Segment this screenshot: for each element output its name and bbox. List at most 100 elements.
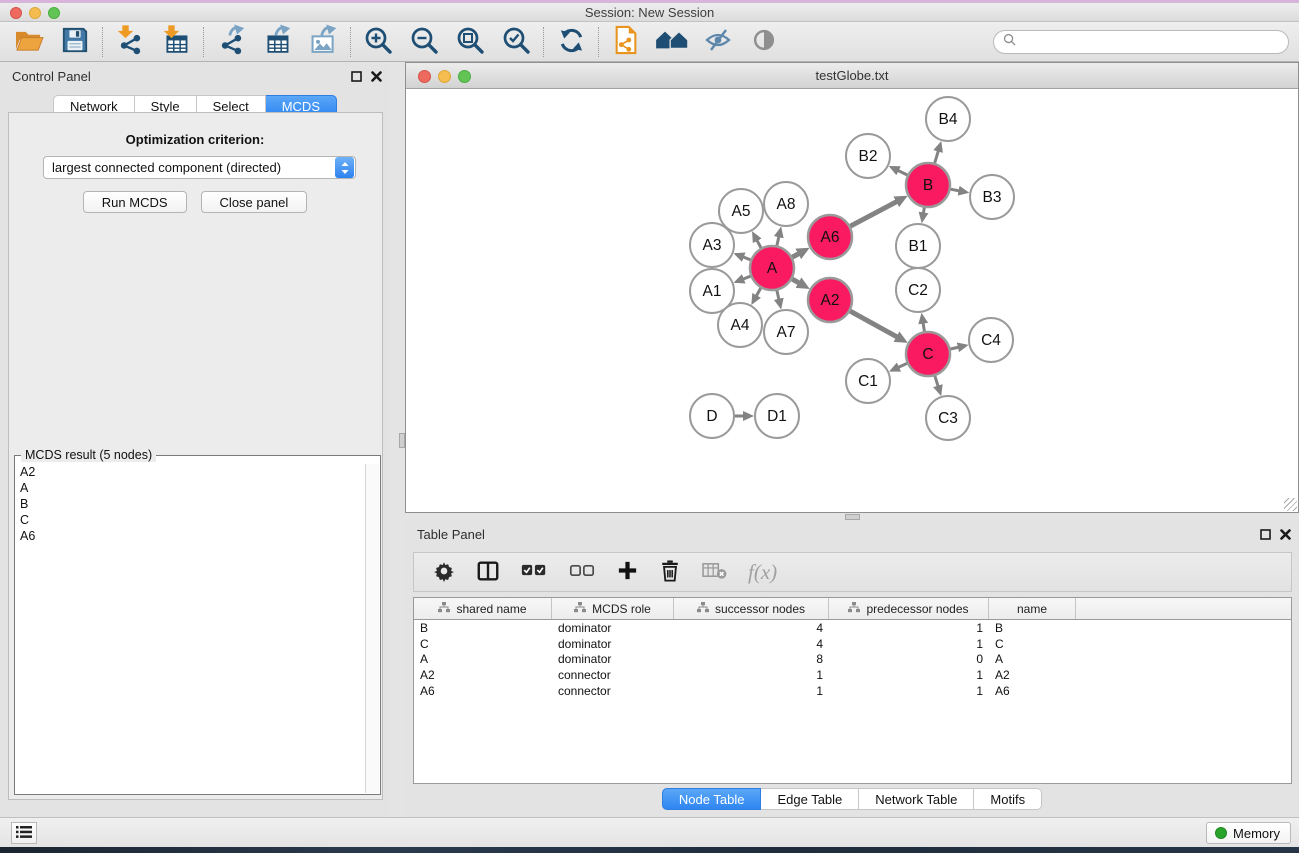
edge-C-C1[interactable] [897,363,907,368]
table-cell[interactable]: A [414,652,552,666]
table-tab-motifs[interactable]: Motifs [974,788,1042,810]
table-cell[interactable]: 4 [674,621,829,635]
network-window-titlebar[interactable]: testGlobe.txt [406,63,1298,89]
result-scrollbar[interactable] [365,464,379,793]
table-cell[interactable]: 1 [829,684,989,698]
edge-A-A6[interactable] [792,253,800,257]
edge-A-A8[interactable] [777,235,779,245]
edge-B-B4[interactable] [935,150,939,163]
task-history-button[interactable] [11,822,37,844]
table-cell[interactable]: A6 [989,684,1076,698]
table-cell[interactable]: dominator [552,621,674,635]
table-cell[interactable]: A2 [989,668,1076,682]
mcds-result-item[interactable]: A [16,480,364,496]
edge-B-B2[interactable] [897,170,908,175]
table-cell[interactable]: dominator [552,652,674,666]
table-cell[interactable]: C [989,637,1076,651]
table-cell[interactable]: A2 [414,668,552,682]
export-network-button[interactable] [214,26,248,58]
save-session-button[interactable] [58,26,92,58]
table-cell[interactable]: 4 [674,637,829,651]
delete-row-button[interactable] [659,559,681,586]
table-cell[interactable]: 0 [829,652,989,666]
table-cell[interactable]: connector [552,684,674,698]
table-cell[interactable]: A [989,652,1076,666]
home-button[interactable] [655,26,689,58]
table-row[interactable]: A6connector11A6 [414,683,1291,699]
edge-A-A2[interactable] [792,279,800,284]
table-cell[interactable]: 8 [674,652,829,666]
float-panel-icon[interactable] [351,69,362,87]
table-row[interactable]: A2connector11A2 [414,667,1291,683]
table-row[interactable]: Adominator80A [414,652,1291,668]
table-cell[interactable]: dominator [552,637,674,651]
criterion-select[interactable]: largest connected component (directed) [43,156,356,179]
table-cell[interactable]: 1 [829,621,989,635]
zoom-in-button[interactable] [361,26,395,58]
edge-A-A4[interactable] [756,288,761,297]
run-mcds-button[interactable]: Run MCDS [83,191,187,213]
close-table-panel-icon[interactable] [1280,527,1291,545]
edge-A-A3[interactable] [742,257,751,260]
resize-grip[interactable] [1284,498,1297,511]
show-panel-button[interactable] [747,26,781,58]
edge-A2-C[interactable] [850,311,898,338]
edge-B-B3[interactable] [951,189,961,191]
mcds-result-item[interactable]: A2 [16,464,364,480]
edge-C-C3[interactable] [935,376,939,388]
zoom-selected-button[interactable] [499,26,533,58]
table-cell[interactable]: A6 [414,684,552,698]
edge-B-B1[interactable] [923,208,924,215]
network-canvas[interactable]: B4B2BB3A8A5A6A3B1AC2A1A2A4A7C4CC1DD1C3 [406,89,1298,512]
search-field[interactable] [993,30,1289,54]
select-all-button[interactable] [520,560,548,584]
edge-A-A5[interactable] [756,239,761,248]
close-panel-button[interactable]: Close panel [201,191,308,213]
table-tab-node-table[interactable]: Node Table [662,788,762,810]
edge-A6-B[interactable] [850,201,898,226]
add-row-button[interactable] [616,559,639,585]
table-cell[interactable]: C [414,637,552,651]
export-table-button[interactable] [260,26,294,58]
mcds-result-item[interactable]: A6 [16,528,364,544]
edge-A-A7[interactable] [777,291,779,301]
column-header-successor-nodes[interactable]: successor nodes [674,598,829,619]
table-cell[interactable]: B [989,621,1076,635]
column-header-name[interactable]: name [989,598,1076,619]
table-row[interactable]: Bdominator41B [414,620,1291,636]
column-header-MCDS-role[interactable]: MCDS role [552,598,674,619]
table-cell[interactable]: 1 [674,684,829,698]
refresh-button[interactable] [554,26,588,58]
table-tab-edge-table[interactable]: Edge Table [761,788,859,810]
table-cell[interactable]: 1 [829,637,989,651]
zoom-fit-button[interactable] [453,26,487,58]
table-cell[interactable]: 1 [829,668,989,682]
table-cell[interactable]: B [414,621,552,635]
settings-button[interactable] [432,559,456,586]
zoom-out-button[interactable] [407,26,441,58]
edge-A-A1[interactable] [742,276,751,279]
table-tab-network-table[interactable]: Network Table [859,788,974,810]
table-cell[interactable]: 1 [674,668,829,682]
memory-button[interactable]: Memory [1206,822,1291,844]
edge-C-C4[interactable] [951,347,960,349]
table-cell[interactable]: connector [552,668,674,682]
import-network-button[interactable] [113,26,147,58]
vertical-scroll-thumb[interactable] [399,433,405,448]
close-panel-icon[interactable] [371,69,382,87]
new-network-button[interactable] [609,26,643,58]
table-row[interactable]: Cdominator41C [414,636,1291,652]
export-image-button[interactable] [306,26,340,58]
mcds-result-item[interactable]: B [16,496,364,512]
search-input[interactable] [1021,35,1288,49]
columns-button[interactable] [476,559,500,586]
mcds-result-item[interactable]: C [16,512,364,528]
column-header-predecessor-nodes[interactable]: predecessor nodes [829,598,989,619]
hide-panel-button[interactable] [701,26,735,58]
column-header-shared-name[interactable]: shared name [414,598,552,619]
deselect-all-button[interactable] [568,560,596,584]
float-table-panel-icon[interactable] [1260,527,1271,545]
import-table-button[interactable] [159,26,193,58]
edge-C-C2[interactable] [923,322,925,332]
open-session-button[interactable] [12,26,46,58]
